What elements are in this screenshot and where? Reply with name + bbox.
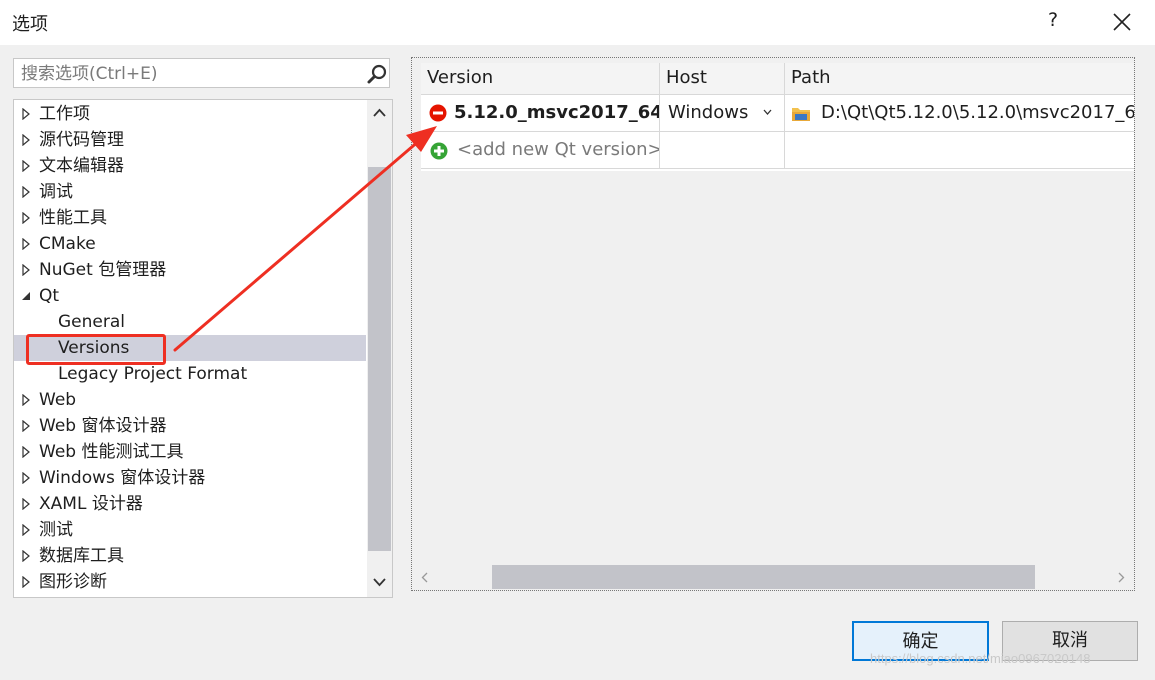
folder-icon[interactable] [791,105,811,123]
tree-item-test[interactable]: 测试 [14,517,366,543]
search-icon[interactable] [366,63,388,85]
add-version-cell[interactable]: <add new Qt version> [421,132,660,169]
tree-item-label: Windows 窗体设计器 [39,468,206,488]
add-row-host-cell [660,132,785,169]
tree-item-label: Web [39,390,77,410]
tree-item-label: 图形诊断 [39,572,107,592]
expand-arrow-icon[interactable] [20,212,32,224]
tree-item-nuget[interactable]: NuGet 包管理器 [14,257,366,283]
scrollbar-thumb[interactable] [492,565,1035,589]
expand-arrow-icon[interactable] [20,498,32,510]
close-button[interactable] [1108,8,1136,36]
qt-versions-panel: Version Host Path 5.12.0_msvc2017_64 Win… [411,57,1135,591]
tree-item-database-tools[interactable]: 数据库工具 [14,543,366,569]
watermark-text: https://blog.csdn.net/miao0967020148 [870,651,1091,666]
expand-arrow-icon[interactable] [20,446,32,458]
table-row-version-cell[interactable]: 5.12.0_msvc2017_64 [421,95,660,132]
tree-item-web[interactable]: Web [14,387,366,413]
tree-item-label: Web 性能测试工具 [39,442,184,462]
expand-arrow-icon[interactable] [20,134,32,146]
tree-item-qt[interactable]: Qt [14,283,366,309]
tree-item-label: NuGet 包管理器 [39,260,167,280]
tree-item-cmake[interactable]: CMake [14,231,366,257]
add-version-label: <add new Qt version> [457,139,660,160]
tree-item-debugging[interactable]: 调试 [14,179,366,205]
version-name: 5.12.0_msvc2017_64 [454,102,660,123]
tree-item-qt-general[interactable]: General [14,309,366,335]
close-icon [1113,13,1131,31]
column-header-host[interactable]: Host [660,63,785,95]
add-icon[interactable] [430,142,448,160]
collapse-arrow-icon[interactable] [20,290,32,302]
expand-arrow-icon[interactable] [20,576,32,588]
tree-item-label: 性能工具 [39,208,107,228]
tree-item-web-performance-test-tools[interactable]: Web 性能测试工具 [14,439,366,465]
tree-item-graphics-diagnostics[interactable]: 图形诊断 [14,569,366,595]
expand-arrow-icon[interactable] [20,420,32,432]
qt-versions-grid: Version Host Path 5.12.0_msvc2017_64 Win… [421,63,1134,171]
path-cell[interactable]: D:\Qt\Qt5.12.0\5.12.0\msvc2017_64 [785,95,1134,132]
title-bar: 选项 ? [0,0,1155,45]
search-input[interactable] [14,59,363,89]
expand-arrow-icon[interactable] [20,238,32,250]
help-button[interactable]: ? [1044,9,1062,31]
add-row-path-cell [785,132,1134,169]
expand-arrow-icon[interactable] [20,524,32,536]
annotation-highlight-box [26,334,166,365]
host-value: Windows [668,102,749,123]
tree-item-performance-tools[interactable]: 性能工具 [14,205,366,231]
scroll-down-icon[interactable] [373,578,386,587]
scroll-left-icon[interactable] [421,572,428,583]
expand-arrow-icon[interactable] [20,550,32,562]
tree-item-label: 调试 [39,182,73,202]
expand-arrow-icon[interactable] [20,394,32,406]
scroll-right-icon[interactable] [1118,572,1125,583]
host-select[interactable]: Windows [660,95,785,132]
grid-horizontal-scrollbar[interactable] [418,563,1134,589]
tree-item-work-items[interactable]: 工作项 [14,101,366,127]
tree-item-xaml-designer[interactable]: XAML 设计器 [14,491,366,517]
scroll-up-icon[interactable] [373,108,386,117]
tree-item-web-forms-designer[interactable]: Web 窗体设计器 [14,413,366,439]
tree-item-label: Qt [39,286,60,306]
tree-item-label: 源代码管理 [39,130,124,150]
tree-item-label: General [58,312,125,332]
tree-vertical-scrollbar[interactable] [367,100,392,597]
scrollbar-thumb[interactable] [368,167,391,551]
path-value: D:\Qt\Qt5.12.0\5.12.0\msvc2017_64 [821,102,1134,123]
chevron-down-icon[interactable] [763,109,772,115]
tree-item-label: 文本编辑器 [39,156,124,176]
tree-item-source-control[interactable]: 源代码管理 [14,127,366,153]
tree-item-windows-forms-designer[interactable]: Windows 窗体设计器 [14,465,366,491]
tree-item-label: XAML 设计器 [39,494,143,514]
expand-arrow-icon[interactable] [20,160,32,172]
column-header-path[interactable]: Path [785,63,1134,95]
expand-arrow-icon[interactable] [20,472,32,484]
tree-item-label: 测试 [39,520,73,540]
search-box [13,58,390,89]
expand-arrow-icon[interactable] [20,186,32,198]
tree-item-label: Web 窗体设计器 [39,416,167,436]
expand-arrow-icon[interactable] [20,264,32,276]
column-header-version[interactable]: Version [421,63,660,95]
window-title: 选项 [12,14,48,35]
tree-item-text-editor[interactable]: 文本编辑器 [14,153,366,179]
tree-item-label: 数据库工具 [39,546,124,566]
tree-item-label: 工作项 [39,104,90,124]
tree-item-label: CMake [39,234,96,254]
remove-version-icon[interactable] [429,104,447,122]
expand-arrow-icon[interactable] [20,108,32,120]
